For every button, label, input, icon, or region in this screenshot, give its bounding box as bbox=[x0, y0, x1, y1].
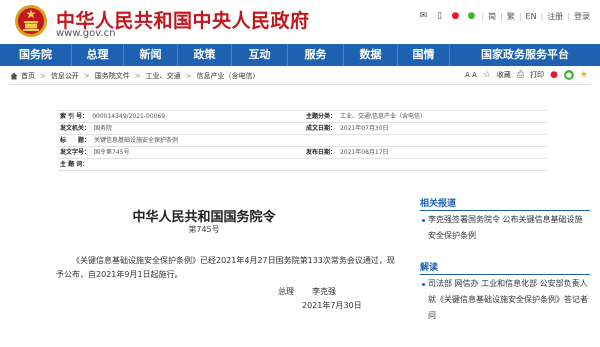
breadcrumb-industry-transport[interactable]: 工业、交通 bbox=[146, 71, 181, 81]
top-toolbar: ✉ ▯ ● ● | 简 | 繁 | EN | 注册 | 登录 bbox=[417, 10, 590, 22]
site-domain: www.gov.cn bbox=[56, 28, 116, 39]
published-date-label: 发布日期： bbox=[306, 149, 337, 156]
document-number: 第745号 bbox=[188, 225, 220, 234]
qzone-share-icon[interactable]: ★ bbox=[580, 70, 588, 80]
font-size-toggle[interactable]: A A bbox=[465, 71, 477, 79]
divider: | bbox=[518, 11, 522, 21]
heading-underline bbox=[420, 210, 590, 211]
favorite-link[interactable]: 收藏 bbox=[497, 70, 511, 80]
weibo-icon[interactable]: ● bbox=[449, 11, 461, 21]
chevron-right-icon: > bbox=[40, 72, 46, 80]
interpretation-heading: 解读 bbox=[420, 263, 439, 273]
issuer-value: 国务院 bbox=[94, 125, 113, 132]
signature-name: 李克强 bbox=[312, 287, 336, 296]
doc-number-label: 发文字号： bbox=[60, 149, 91, 156]
page-tools: A A ☆ 收藏 ⎙ 打印 ● ● ★ bbox=[465, 70, 588, 80]
info-divider bbox=[58, 170, 548, 171]
favorite-icon[interactable]: ☆ bbox=[483, 70, 491, 80]
document-body: 《关键信息基础设施安全保护条例》已经2021年4月27日国务院第133次常务会议… bbox=[56, 256, 395, 279]
wechat-share-icon[interactable]: ● bbox=[563, 70, 574, 80]
breadcrumb-council-docs[interactable]: 国务院文件 bbox=[95, 71, 130, 81]
nav-item-services[interactable]: 服务 bbox=[288, 44, 344, 66]
published-date-value: 2021年08月17日 bbox=[340, 149, 389, 156]
index-label: 索 引 号： bbox=[60, 113, 89, 120]
signature-role: 总理 bbox=[278, 287, 294, 296]
main-nav: 国务院 总理 新闻 政策 互动 服务 数据 国情 国家政务服务平台 bbox=[0, 44, 600, 66]
bullet-icon bbox=[422, 283, 425, 286]
info-row: 索 引 号： 000014349/2021-00069 主题分类： 工业、交通\信息… bbox=[60, 112, 550, 122]
lang-simplified[interactable]: 简 bbox=[488, 11, 496, 22]
nav-item-interaction[interactable]: 互动 bbox=[232, 44, 288, 66]
info-row: 主 题 词： bbox=[60, 160, 550, 170]
document-title: 中华人民共和国国务院令 bbox=[132, 210, 276, 225]
weibo-share-icon[interactable]: ● bbox=[550, 70, 558, 80]
chevron-right-icon: > bbox=[185, 72, 192, 80]
related-reports-heading: 相关报道 bbox=[420, 199, 457, 209]
nav-item-national-situation[interactable]: 国情 bbox=[398, 44, 450, 66]
signature-date: 2021年7月30日 bbox=[302, 301, 362, 310]
interpretation-link[interactable]: 司法部 网信办 工业和信息化部 公安部负责人就《关键信息基础设施安全保护条例》答… bbox=[428, 276, 588, 324]
doc-number-value: 国令第745号 bbox=[94, 149, 130, 156]
info-divider bbox=[58, 134, 548, 135]
info-divider bbox=[58, 158, 548, 159]
mobile-icon[interactable]: ▯ bbox=[433, 11, 445, 21]
mail-icon[interactable]: ✉ bbox=[417, 11, 429, 21]
info-divider bbox=[58, 146, 548, 147]
divider: | bbox=[481, 11, 485, 21]
document-info-table: 索 引 号： 000014349/2021-00069 主题分类： 工业、交通\信息… bbox=[60, 112, 550, 168]
nav-item-premier[interactable]: 总理 bbox=[72, 44, 124, 66]
divider: | bbox=[540, 11, 544, 21]
bullet-icon bbox=[422, 219, 425, 222]
chevron-right-icon: > bbox=[134, 72, 141, 80]
print-icon[interactable]: ⎙ bbox=[517, 70, 524, 80]
print-link[interactable]: 打印 bbox=[530, 70, 544, 80]
index-value: 000014349/2021-00069 bbox=[92, 113, 166, 120]
nav-item-news[interactable]: 新闻 bbox=[124, 44, 178, 66]
nav-item-data[interactable]: 数据 bbox=[344, 44, 398, 66]
created-date-label: 成文日期： bbox=[306, 125, 337, 132]
theme-value: 工业、交通\信息产业（含电信） bbox=[340, 113, 427, 120]
wechat-icon[interactable]: ● bbox=[465, 11, 477, 21]
info-row: 标 题： 关键信息基础设施安全保护条例 bbox=[60, 136, 550, 146]
nav-item-state-council[interactable]: 国务院 bbox=[0, 44, 72, 66]
breadcrumb-divider bbox=[10, 84, 590, 85]
site-header: 中华人民共和国中央人民政府 www.gov.cn ✉ ▯ ● ● | 简 | 繁… bbox=[0, 0, 600, 44]
register-link[interactable]: 注册 bbox=[547, 11, 563, 22]
issuer-label: 发文机关： bbox=[60, 125, 91, 132]
theme-label: 主题分类： bbox=[306, 113, 337, 120]
breadcrumb-home[interactable]: 首页 bbox=[21, 71, 35, 81]
nav-item-service-platform[interactable]: 国家政务服务平台 bbox=[450, 44, 600, 66]
related-report-link[interactable]: 李克强签署国务院令 公布关键信息基础设施安全保护条例 bbox=[428, 212, 588, 244]
breadcrumb-information-industry[interactable]: 信息产业（含电信） bbox=[197, 71, 260, 81]
divider: | bbox=[567, 11, 570, 21]
breadcrumb-info-public[interactable]: 信息公开 bbox=[51, 71, 79, 81]
created-date-value: 2021年07月30日 bbox=[340, 125, 389, 132]
national-emblem-icon[interactable] bbox=[14, 4, 48, 38]
keywords-label: 主 题 词： bbox=[60, 161, 89, 168]
login-link[interactable]: 登录 bbox=[574, 11, 590, 22]
heading-underline bbox=[420, 274, 590, 275]
lang-english[interactable]: EN bbox=[526, 12, 537, 21]
title-label: 标 题： bbox=[60, 137, 91, 144]
nav-item-policy[interactable]: 政策 bbox=[178, 44, 232, 66]
chevron-right-icon: > bbox=[83, 72, 90, 80]
info-row: 发文字号： 国令第745号 发布日期： 2021年08月17日 bbox=[60, 148, 550, 158]
info-divider bbox=[58, 122, 548, 123]
lang-traditional[interactable]: 繁 bbox=[507, 11, 515, 22]
info-row: 发文机关： 国务院 成文日期： 2021年07月30日 bbox=[60, 124, 550, 134]
divider: | bbox=[500, 11, 503, 21]
title-value: 关键信息基础设施安全保护条例 bbox=[94, 137, 179, 144]
home-icon[interactable] bbox=[10, 72, 18, 80]
info-divider bbox=[58, 110, 548, 111]
